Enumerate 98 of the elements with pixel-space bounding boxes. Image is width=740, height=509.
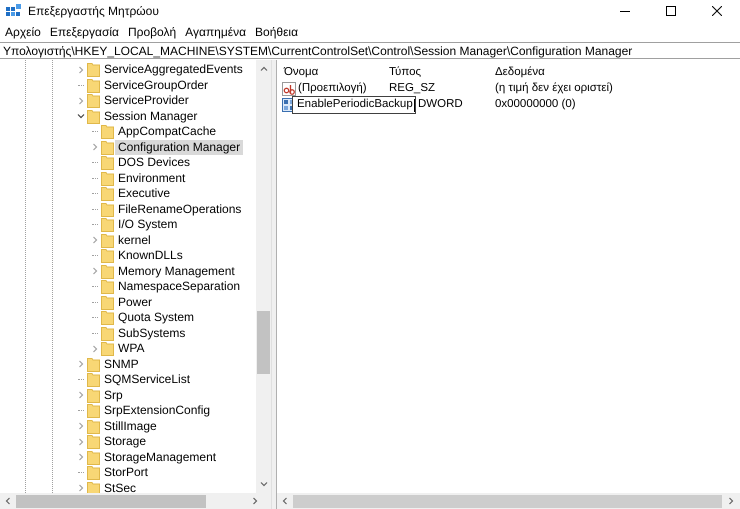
folder-icon [101, 202, 114, 217]
tree-item[interactable]: I/O System [115, 217, 180, 232]
chevron-right-icon[interactable] [91, 267, 99, 276]
string-value-icon [282, 82, 296, 96]
folder-icon [101, 279, 114, 294]
tree-item[interactable]: ServiceAggregatedEvents [101, 62, 246, 78]
tree-item[interactable]: Quota System [115, 310, 198, 326]
value-type: REG_SZ [388, 81, 436, 96]
menu-item[interactable]: Αγαπημένα [181, 23, 250, 41]
folder-icon [101, 264, 114, 279]
tree-item[interactable]: SrpExtensionConfig [101, 403, 214, 418]
chevron-right-icon[interactable] [77, 422, 85, 430]
tree-item[interactable]: ServiceGroupOrder [101, 78, 212, 93]
tree-item[interactable]: SNMP [101, 356, 142, 372]
scroll-thumb[interactable] [257, 311, 270, 374]
tree-item[interactable]: StorageManagement [101, 450, 220, 465]
tree-item[interactable]: AppCompatCache [115, 124, 220, 140]
address-bar[interactable]: Υπολογιστής\HKEY_LOCAL_MACHINE\SYSTEM\CurrentControlSet\Control\Session Manager\Configuration Manager [0, 42, 740, 59]
folder-icon [101, 310, 114, 326]
folder-icon [87, 93, 100, 108]
folder-icon [87, 403, 100, 418]
folder-icon [87, 388, 100, 403]
folder-icon [101, 155, 114, 170]
chevron-right-icon[interactable] [77, 360, 85, 368]
tree-item[interactable]: DOS Devices [115, 155, 194, 170]
folder-icon [87, 78, 100, 93]
chevron-right-icon[interactable] [77, 453, 85, 462]
column-header[interactable]: Όνομα [277, 64, 387, 82]
folder-icon [101, 124, 114, 140]
tree-item[interactable]: WPA [115, 341, 148, 356]
chevron-right-icon[interactable] [77, 438, 85, 446]
chevron-right-icon[interactable] [77, 391, 85, 400]
chevron-right-icon[interactable] [91, 236, 99, 244]
folder-icon [101, 232, 114, 248]
horizontal-scrollbar[interactable] [277, 493, 740, 509]
folder-icon [101, 294, 114, 310]
scroll-thumb[interactable] [293, 494, 722, 508]
menu-item[interactable]: Προβολή [124, 23, 180, 41]
value-data: (η τιμή δεν έχει οριστεί) [494, 81, 613, 96]
folder-icon [87, 372, 100, 388]
folder-icon [101, 170, 114, 186]
column-header[interactable]: Τύπος [387, 64, 493, 82]
tree-item[interactable]: FileRenameOperations [115, 202, 244, 217]
tree-item[interactable]: Configuration Manager [115, 140, 244, 155]
chevron-right-icon[interactable] [91, 143, 99, 152]
tree-item[interactable]: StSec [101, 480, 140, 493]
scroll-thumb[interactable] [16, 494, 206, 508]
horizontal-scrollbar[interactable] [0, 493, 271, 509]
chevron-down-icon[interactable] [77, 112, 85, 120]
tree-item[interactable]: StillImage [101, 418, 160, 434]
folder-icon [87, 450, 100, 465]
folder-icon [87, 108, 100, 124]
vertical-scrollbar[interactable] [256, 60, 271, 493]
folder-icon [87, 356, 100, 372]
folder-icon [87, 418, 100, 434]
scroll-right-icon[interactable] [727, 497, 735, 505]
tree-item[interactable]: ServiceProvider [101, 93, 192, 108]
tree-item[interactable]: Memory Management [115, 264, 238, 279]
scroll-up-icon[interactable] [260, 65, 268, 73]
tree-item[interactable]: Session Manager [101, 108, 200, 124]
tree-item[interactable]: SubSystems [115, 326, 188, 341]
folder-icon [87, 465, 100, 480]
menu-item[interactable]: Επεξεργασία [46, 23, 123, 41]
folder-icon [87, 434, 100, 450]
value-name[interactable]: (Προεπιλογή) [298, 80, 367, 98]
folder-icon [101, 186, 114, 202]
rename-field[interactable]: EnablePeriodicBackup [292, 96, 416, 114]
tree-item[interactable]: Environment [115, 170, 188, 186]
tree-item[interactable]: StorPort [101, 465, 152, 480]
chevron-right-icon[interactable] [91, 344, 99, 353]
value-data: 0x00000000 (0) [494, 97, 576, 112]
chevron-right-icon[interactable] [77, 484, 85, 492]
scroll-left-icon[interactable] [4, 497, 12, 505]
scroll-left-icon[interactable] [281, 497, 289, 505]
folder-icon [101, 248, 114, 264]
menu-item[interactable]: Αρχείο [1, 23, 45, 41]
scroll-down-icon[interactable] [260, 480, 268, 488]
close-icon [712, 6, 722, 16]
folder-icon [101, 341, 114, 356]
folder-icon [101, 217, 114, 232]
folder-icon [101, 326, 114, 341]
tree-item[interactable]: SQMServiceList [101, 372, 194, 388]
tree-item[interactable]: Executive [115, 186, 174, 202]
column-header[interactable]: Δεδομένα [493, 64, 643, 82]
maximize-icon [666, 6, 676, 16]
tree-item[interactable]: KnownDLLs [115, 248, 186, 264]
window-title: Επεξεργαστής Μητρώου [28, 3, 159, 20]
scroll-right-icon[interactable] [251, 497, 259, 505]
app-icon [6, 4, 21, 18]
tree-item[interactable]: Storage [101, 434, 150, 450]
menu-item[interactable]: Βοήθεια [251, 23, 302, 41]
tree-item[interactable]: Srp [101, 388, 126, 403]
chevron-right-icon[interactable] [77, 66, 85, 74]
tree-item[interactable]: Power [115, 294, 156, 310]
chevron-right-icon[interactable] [77, 96, 85, 105]
tree-item[interactable]: kernel [115, 232, 154, 248]
tree-item[interactable]: NamespaceSeparation [115, 279, 244, 294]
folder-icon [87, 62, 100, 78]
